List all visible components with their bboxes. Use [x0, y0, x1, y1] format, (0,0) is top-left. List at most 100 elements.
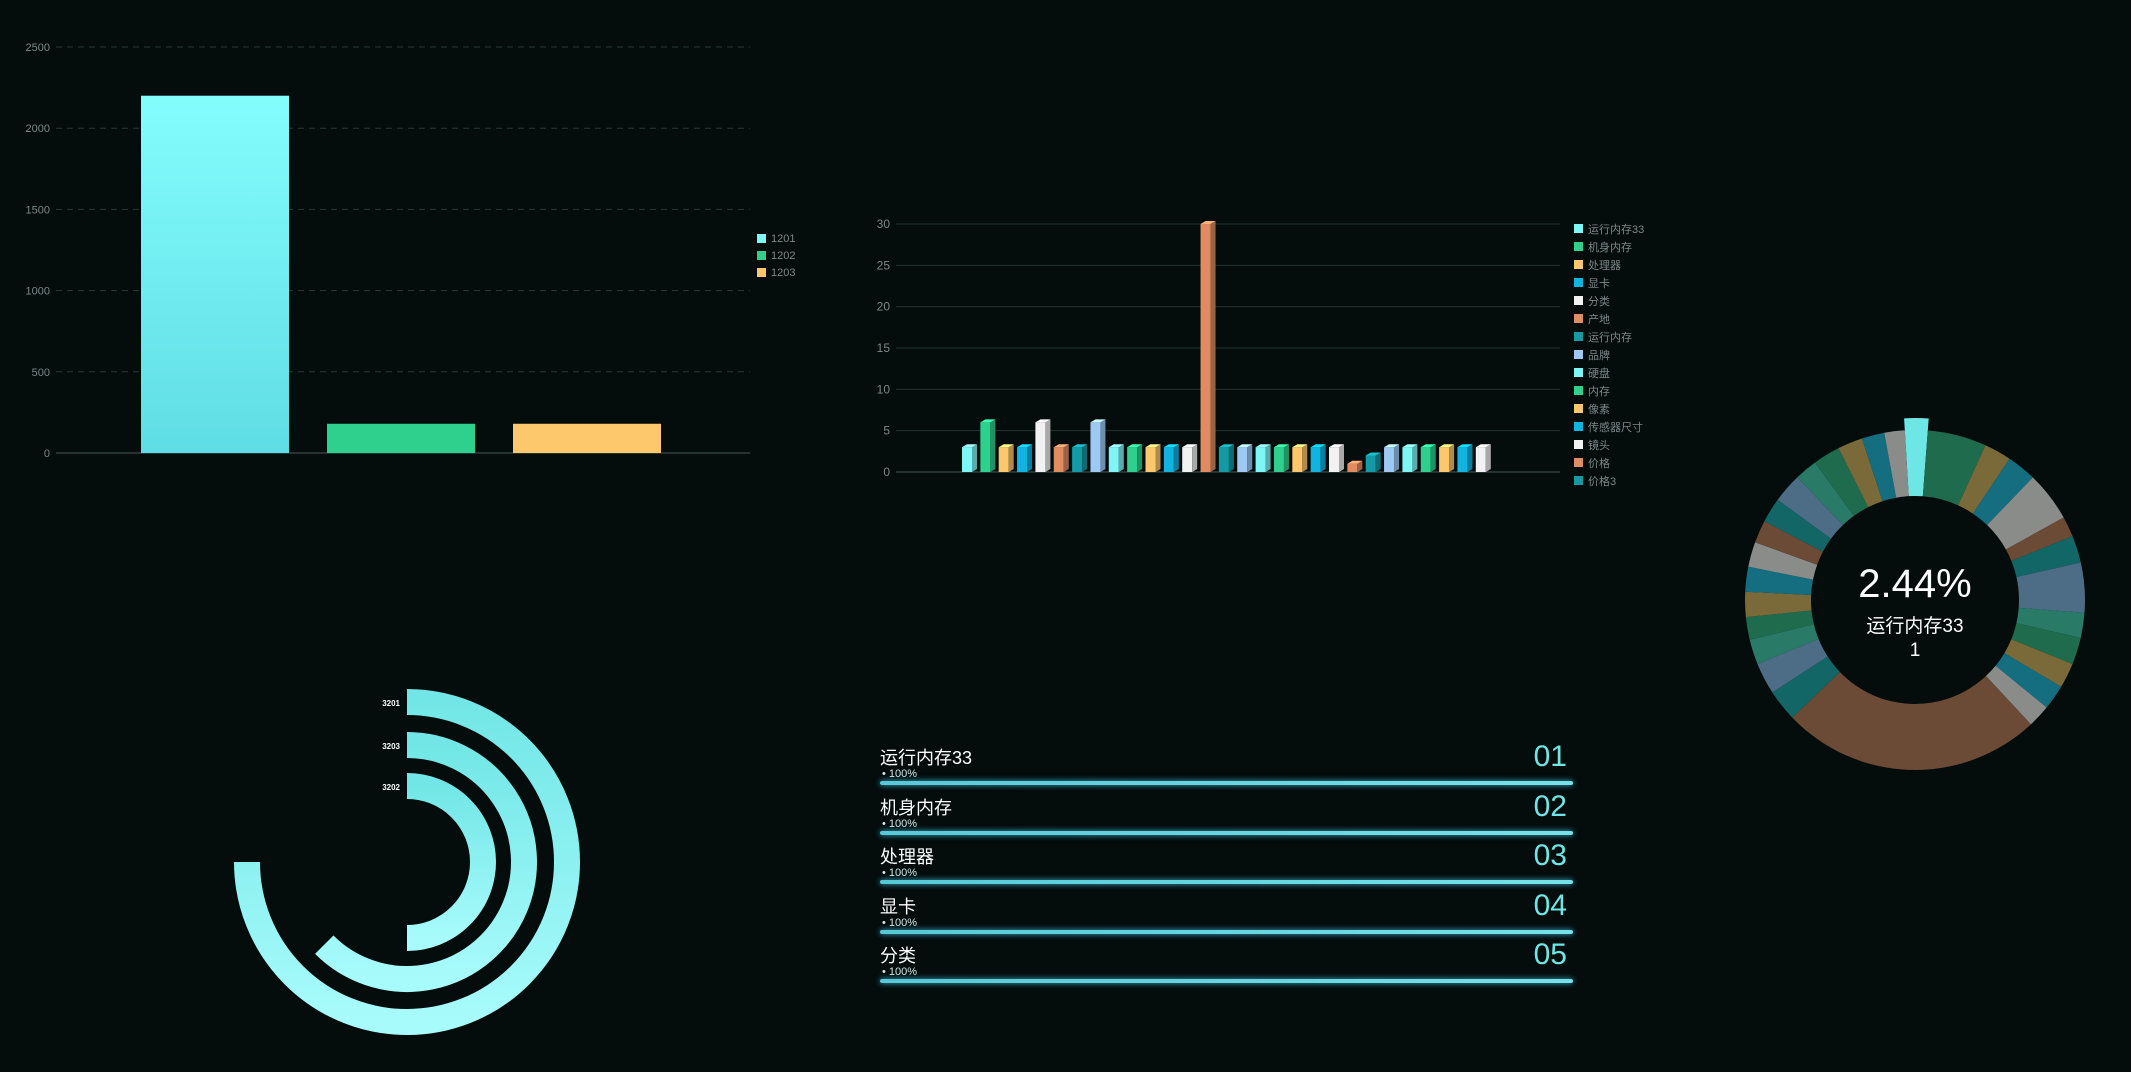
donut-center-label: 2.44% 运行内存33 1 — [1815, 562, 2015, 662]
bar-front — [1090, 422, 1101, 472]
bar-side — [1467, 444, 1473, 472]
bar-side — [1320, 444, 1326, 472]
ranking-percent: • 100% — [882, 966, 918, 978]
bar-side — [990, 419, 996, 472]
legend-label: 1201 — [771, 233, 795, 245]
legend-label: 传感器尺寸 — [1588, 420, 1643, 434]
legend-swatch — [1574, 350, 1583, 359]
ranking-name: 运行内存33 — [880, 748, 973, 768]
radial-bar-label: 3202 — [382, 783, 400, 792]
ranking-number: 01 — [1533, 740, 1567, 773]
legend-swatch — [1574, 278, 1583, 287]
legend-label: 处理器 — [1588, 259, 1621, 272]
bar-front — [1200, 224, 1211, 472]
ranking-progress-bar — [880, 930, 1573, 934]
ranking-name: 分类 — [880, 946, 916, 966]
bar-front — [1402, 447, 1413, 472]
legend-label: 品牌 — [1588, 348, 1610, 362]
bar-chart-3d-components: 0 5 10 15 20 25 30 运行内存33 机身内存处理器显卡分类产地运行内存品牌硬盘内… — [877, 217, 1645, 488]
y-tick-label: 1500 — [26, 204, 50, 216]
radial-bar-3202 — [406, 773, 496, 951]
bar-side — [1082, 444, 1088, 472]
ranking-progress-bar — [880, 781, 1573, 785]
bar-front — [1017, 447, 1028, 472]
bar-side — [1027, 444, 1033, 472]
ranking-number: 02 — [1533, 790, 1567, 823]
bar-front — [1475, 447, 1486, 472]
bar-front — [1127, 447, 1138, 472]
legend-label: 产地 — [1588, 312, 1610, 326]
y-tick-label: 30 — [877, 217, 891, 231]
bar-side — [1394, 444, 1400, 472]
donut-center-sub: 1 — [1909, 640, 1921, 661]
bar-side — [1008, 444, 1014, 472]
bar-side — [1063, 444, 1069, 472]
bar-front — [1182, 447, 1193, 472]
bar-side — [1192, 444, 1198, 472]
bar-1202 — [327, 423, 475, 453]
ranking-percent: • 100% — [882, 867, 918, 879]
bar-1203 — [513, 423, 661, 453]
ranking-name: 处理器 — [880, 847, 934, 867]
ranking-percent: • 100% — [882, 768, 918, 780]
y-tick-label: 0 — [44, 448, 50, 460]
y-tick-label: 500 — [32, 367, 50, 379]
radial-bar-label: 3201 — [382, 699, 400, 708]
bar-front — [1072, 447, 1083, 472]
donut-center-name: 运行内存33 — [1866, 616, 1964, 637]
bar-front — [1384, 447, 1395, 472]
bar-front — [980, 422, 991, 472]
bar-front — [1218, 447, 1229, 472]
bar-side — [1155, 444, 1161, 472]
legend-swatch — [1574, 458, 1583, 467]
bar-1201 — [141, 95, 289, 453]
ranking-row: 分类 • 100% 05 — [880, 938, 1573, 986]
legend-swatch — [1574, 242, 1583, 251]
ranking-progress-bar — [880, 979, 1573, 983]
ranking-number: 04 — [1533, 889, 1567, 922]
y-tick-label: 15 — [877, 341, 891, 355]
ranking-number: 03 — [1533, 839, 1567, 872]
y-tick-label: 0 — [883, 465, 890, 479]
bar-side — [1302, 444, 1308, 472]
y-tick-label: 25 — [877, 258, 891, 272]
radial-bar-label: 3203 — [382, 742, 400, 751]
legend-label: 镜头 — [1588, 438, 1610, 452]
bar-front — [1108, 447, 1119, 472]
bar-side — [1247, 444, 1253, 472]
y-tick-label: 20 — [877, 300, 891, 314]
legend-label: 运行内存33 — [1588, 222, 1644, 236]
bar-side — [1173, 444, 1179, 472]
legend-label: 硬盘 — [1588, 366, 1610, 380]
legend-swatch — [757, 234, 766, 243]
radial-bar-chart: 3201 3203 3202 — [234, 689, 580, 1035]
legend-label: 像素 — [1588, 403, 1610, 416]
bar-front — [1420, 447, 1431, 472]
legend-swatch — [1574, 296, 1583, 305]
bar-front — [1163, 447, 1174, 472]
donut-center-value: 2.44% — [1858, 562, 1972, 606]
bar-front — [1035, 422, 1046, 472]
bar-front — [1145, 447, 1156, 472]
bar-side — [1485, 444, 1491, 472]
bar-side — [1100, 419, 1106, 472]
bar-side — [1137, 444, 1143, 472]
bar-side — [1265, 444, 1271, 472]
legend-swatch — [1574, 314, 1583, 323]
bar-front — [1365, 455, 1376, 472]
legend-label: 运行内存 — [1588, 330, 1632, 344]
legend-label: 价格3 — [1588, 474, 1616, 488]
legend-label: 机身内存 — [1588, 240, 1632, 254]
y-tick-label: 5 — [883, 424, 890, 438]
legend-swatch — [1574, 260, 1583, 269]
bar-side — [1283, 444, 1289, 472]
y-tick-label: 10 — [877, 382, 891, 396]
ranking-row: 显卡 • 100% 04 — [880, 889, 1573, 937]
bar-front — [962, 447, 972, 472]
legend-label: 价格 — [1588, 456, 1610, 470]
y-tick-label: 1000 — [26, 286, 50, 298]
bar-side — [1339, 444, 1344, 472]
bar-front — [1329, 447, 1339, 472]
legend-swatch — [757, 268, 766, 277]
ranking-row: 处理器 • 100% 03 — [880, 839, 1573, 887]
